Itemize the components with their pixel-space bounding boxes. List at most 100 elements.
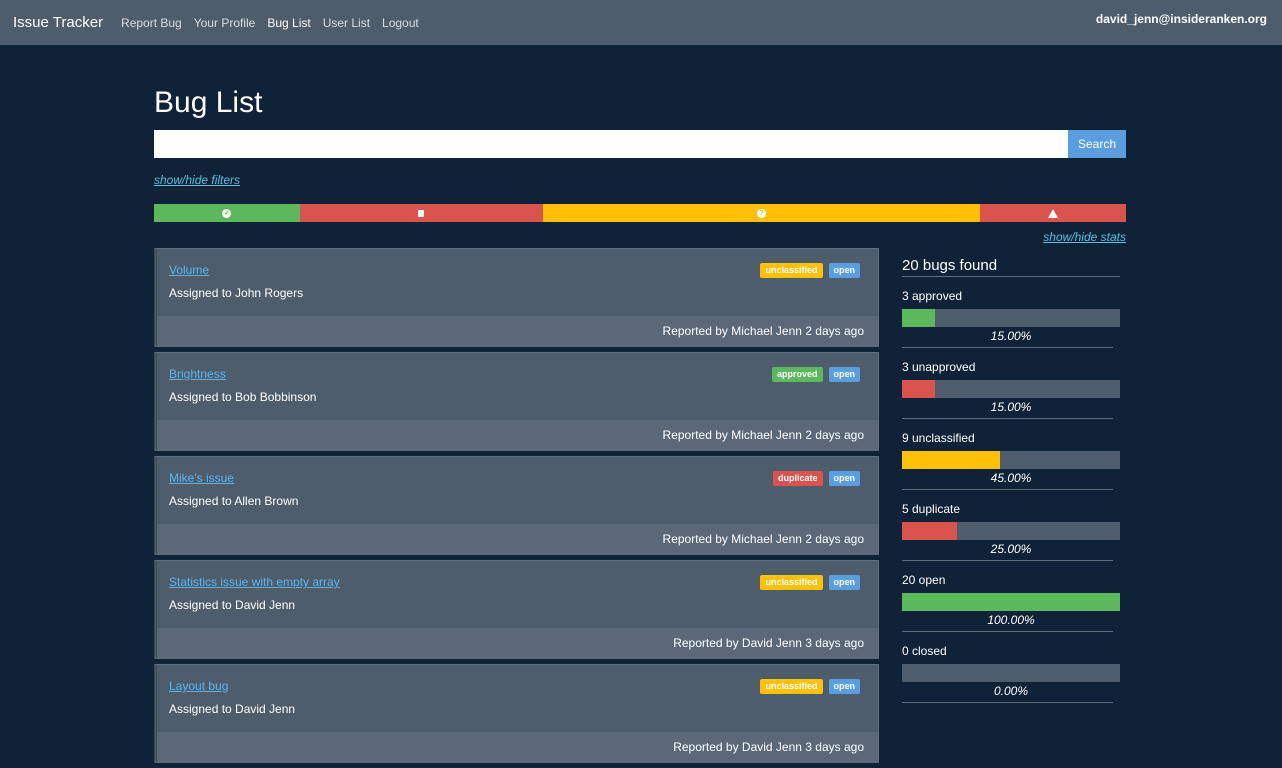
bug-card-body: Brightness Assigned to Bob Bobbinson app…	[157, 353, 878, 420]
status-badge: unclassified	[760, 679, 823, 694]
bug-card: Statistics issue with empty array Assign…	[154, 560, 879, 659]
nav-user-list[interactable]: User List	[323, 16, 370, 30]
stat-progress-bar	[902, 593, 1120, 611]
bug-card-body: Volume Assigned to John Rogers unclassif…	[157, 249, 878, 316]
bug-title-link[interactable]: Statistics issue with empty array	[169, 575, 340, 589]
bug-title-link[interactable]: Layout bug	[169, 679, 228, 693]
stat-label: 3 approved	[902, 289, 963, 303]
show-hide-filters-link[interactable]: show/hide filters	[154, 173, 1126, 187]
stat-divider	[902, 631, 1113, 632]
brand-link[interactable]: Issue Tracker	[13, 14, 103, 31]
stat-item: 5 duplicate 25.00%	[902, 502, 1120, 561]
nav-bug-list[interactable]: Bug List	[267, 16, 310, 30]
bug-assigned: Assigned to Allen Brown	[169, 494, 299, 508]
bug-assigned: Assigned to John Rogers	[169, 286, 304, 300]
bug-card-body: Layout bug Assigned to David Jenn unclas…	[157, 665, 878, 732]
status-summary-bar: ✓?	[154, 204, 1126, 222]
bug-card-body: Statistics issue with empty array Assign…	[157, 561, 878, 628]
stat-progress-bar	[902, 451, 1120, 469]
stats-panel: 20 bugs found 3 approved 15.00% 3 unappr…	[902, 248, 1120, 768]
bug-badges: unclassified open	[760, 679, 860, 694]
stat-label: 5 duplicate	[902, 502, 961, 516]
search-input[interactable]	[154, 130, 1068, 158]
stat-divider	[902, 347, 1113, 348]
stat-percent: 15.00%	[990, 400, 1032, 414]
bug-reported: Reported by David Jenn 3 days ago	[157, 628, 878, 658]
stat-item: 20 open 100.00%	[902, 573, 1120, 632]
bug-card: Volume Assigned to John Rogers unclassif…	[154, 248, 879, 347]
stats-segment-approved: ✓	[154, 204, 300, 222]
stat-percent: 100.00%	[987, 613, 1035, 627]
status-badge: unclassified	[760, 263, 823, 278]
status-badge: approved	[771, 367, 823, 382]
stats-segment-unapproved	[299, 204, 543, 222]
stat-divider	[902, 560, 1113, 561]
status-badge: duplicate	[772, 471, 823, 486]
stat-progress-fill	[902, 309, 935, 327]
status-badge: open	[828, 679, 860, 694]
stats-heading: 20 bugs found	[902, 248, 1120, 277]
stat-progress-fill	[902, 522, 957, 540]
bug-title-link[interactable]: Brightness	[169, 367, 226, 381]
content-area: Volume Assigned to John Rogers unclassif…	[154, 248, 1126, 768]
status-badge: open	[828, 263, 860, 278]
check-circle-icon: ✓	[222, 208, 232, 218]
bug-card: Brightness Assigned to Bob Bobbinson app…	[154, 352, 879, 451]
bug-assigned: Assigned to Bob Bobbinson	[169, 390, 317, 404]
bug-badges: approved open	[771, 367, 860, 382]
bug-reported: Reported by Michael Jenn 2 days ago	[157, 524, 878, 554]
stats-items: 3 approved 15.00% 3 unapproved 15.00% 9 …	[902, 289, 1120, 703]
bug-card: Layout bug Assigned to David Jenn unclas…	[154, 664, 879, 763]
stat-label: 20 open	[902, 573, 946, 587]
question-circle-icon: ?	[756, 208, 766, 218]
stat-item: 3 approved 15.00%	[902, 289, 1120, 348]
bug-title-link[interactable]: Volume	[169, 263, 209, 277]
stats-segment-duplicate	[980, 204, 1126, 222]
stats-segment-unclassified: ?	[542, 204, 981, 222]
stat-progress-bar	[902, 664, 1120, 682]
stat-divider	[902, 489, 1113, 490]
nav-logout[interactable]: Logout	[382, 16, 419, 30]
stat-label: 9 unclassified	[902, 431, 975, 445]
stat-percent: 25.00%	[990, 542, 1032, 556]
page-title: Bug List	[154, 86, 263, 119]
stat-item: 3 unapproved 15.00%	[902, 360, 1120, 419]
bug-reported: Reported by Michael Jenn 2 days ago	[157, 420, 878, 450]
bug-reported: Reported by Michael Jenn 2 days ago	[157, 316, 878, 346]
search-row: Search	[154, 130, 1126, 158]
nav-your-profile[interactable]: Your Profile	[194, 16, 256, 30]
show-hide-stats-link[interactable]: show/hide stats	[154, 230, 1126, 244]
search-button[interactable]: Search	[1068, 130, 1126, 158]
status-badge: open	[828, 471, 860, 486]
nav-report-bug[interactable]: Report Bug	[121, 16, 182, 30]
stat-progress-fill	[902, 451, 1001, 469]
bug-card-body: Mike's issue Assigned to Allen Brown dup…	[157, 457, 878, 524]
bug-badges: unclassified open	[760, 575, 860, 590]
bug-assigned: Assigned to David Jenn	[169, 702, 296, 716]
stat-progress-bar	[902, 309, 1120, 327]
stat-label: 0 closed	[902, 644, 947, 658]
stat-progress-fill	[902, 593, 1120, 611]
bug-card: Mike's issue Assigned to Allen Brown dup…	[154, 456, 879, 555]
stat-percent: 0.00%	[993, 684, 1029, 698]
bug-title-link[interactable]: Mike's issue	[169, 471, 234, 485]
main-container: Bug List Search show/hide filters ✓? sho…	[154, 45, 1126, 768]
warning-icon	[1048, 208, 1059, 218]
bug-assigned: Assigned to David Jenn	[169, 598, 296, 612]
bug-badges: unclassified open	[760, 263, 860, 278]
bug-badges: duplicate open	[772, 471, 860, 486]
stat-label: 3 unapproved	[902, 360, 976, 374]
bug-list: Volume Assigned to John Rogers unclassif…	[154, 248, 879, 768]
current-user: david_jenn@insideranken.org	[1095, 12, 1267, 26]
stat-percent: 15.00%	[990, 329, 1032, 343]
status-badge: open	[828, 575, 860, 590]
stat-progress-fill	[902, 380, 935, 398]
status-badge: unclassified	[760, 575, 823, 590]
stat-percent: 45.00%	[990, 471, 1032, 485]
stat-item: 9 unclassified 45.00%	[902, 431, 1120, 490]
stat-item: 0 closed 0.00%	[902, 644, 1120, 703]
status-badge: open	[828, 367, 860, 382]
stat-divider	[902, 418, 1113, 419]
stat-divider	[902, 702, 1113, 703]
navbar: Issue Tracker Report Bug Your Profile Bu…	[0, 0, 1282, 45]
